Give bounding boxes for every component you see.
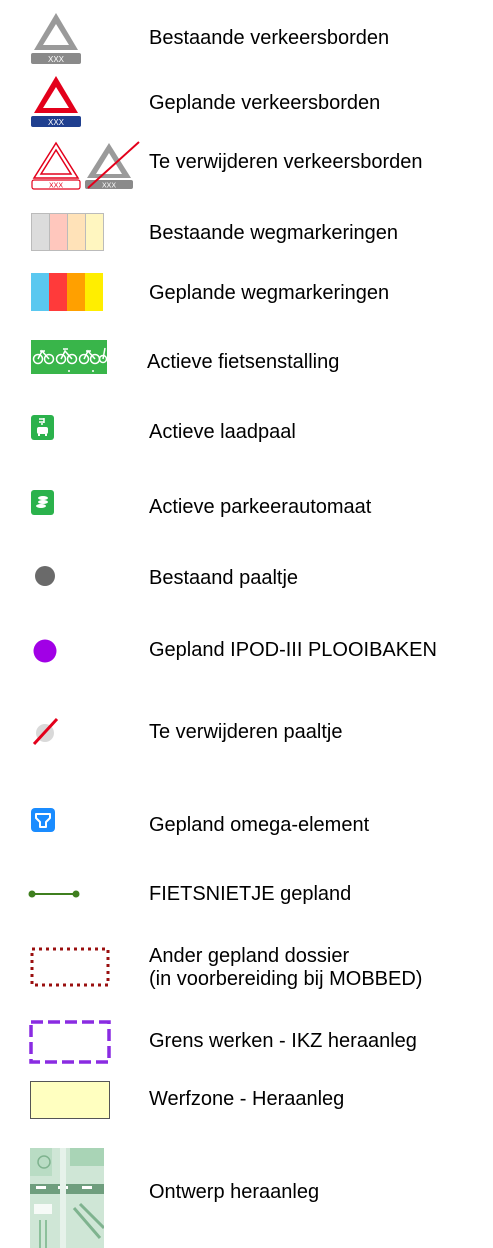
legend-row-bike-parking: Actieve fietsenstalling	[0, 330, 493, 390]
legend-label: Grens werken - IKZ heraanleg	[149, 1030, 417, 1052]
legend-label: Actieve parkeerautomaat	[149, 496, 372, 518]
legend-row-works-boundary: Grens werken - IKZ heraanleg	[0, 1010, 493, 1070]
remove-traffic-signs-icon: XXX XXX	[31, 140, 147, 190]
legend-label: FIETSNIETJE gepland	[149, 883, 352, 905]
bicycle-rack-icon	[31, 340, 107, 374]
light-yellow-rectangle-icon	[30, 1081, 110, 1119]
legend-label: Actieve laadpaal	[149, 421, 296, 443]
planned-markings-swatches-icon	[31, 273, 107, 311]
legend-label: Te verwijderen verkeersborden	[149, 151, 423, 173]
legend-label: Ontwerp heraanleg	[149, 1181, 320, 1203]
legend-label: Bestaande wegmarkeringen	[149, 222, 399, 244]
existing-markings-swatches-icon	[31, 213, 107, 251]
legend-label: Te verwijderen paaltje	[149, 721, 343, 743]
grey-dot-icon	[34, 565, 56, 587]
bike-staple-line-icon	[28, 888, 80, 900]
ev-charger-icon	[31, 415, 54, 440]
legend-row-other-dossier: Ander gepland dossier (in voorbereiding …	[0, 940, 493, 1010]
legend-row-site-zone: Werfzone - Heraanleg	[0, 1070, 493, 1130]
svg-text:XXX: XXX	[48, 55, 65, 64]
legend-row-remove-signs: XXX XXX Te verwijderen verkeersborden	[0, 130, 493, 190]
dotted-red-rectangle-icon	[30, 947, 110, 987]
legend-row-remove-post: Te verwijderen paaltje	[0, 700, 493, 760]
legend-label: Gepland omega-element	[149, 814, 370, 836]
legend-row-bike-staple: FIETSNIETJE gepland	[0, 870, 493, 930]
crossed-grey-dot-icon	[30, 716, 60, 746]
legend-label: Bestaand paaltje	[149, 567, 299, 589]
legend-label-line: (in voorbereiding bij MOBBED)	[149, 968, 423, 990]
legend-label: Geplande wegmarkeringen	[149, 282, 390, 304]
legend-row-planned-markings: Geplande wegmarkeringen	[0, 260, 493, 320]
svg-text:XXX: XXX	[48, 118, 65, 127]
legend-label-line: Ander gepland dossier	[149, 945, 350, 967]
purple-dot-icon	[33, 639, 57, 663]
omega-element-icon	[31, 808, 55, 832]
legend-row-omega-element: Gepland omega-element	[0, 790, 493, 850]
dashed-purple-rectangle-icon	[29, 1020, 111, 1064]
legend-label: Geplande verkeersborden	[149, 92, 381, 114]
legend-label: Gepland IPOD-III PLOOIBAKEN	[149, 639, 437, 661]
legend-label-multiline: Ander gepland dossier (in voorbereiding …	[149, 945, 422, 991]
parking-meter-icon	[31, 490, 54, 515]
legend-row-planned-post: Gepland IPOD-III PLOOIBAKEN	[0, 625, 493, 685]
legend-row-design: Ontwerp heraanleg	[0, 1130, 493, 1248]
legend-row-charging-station: Actieve laadpaal	[0, 400, 493, 460]
legend-label: Bestaande verkeersborden	[149, 27, 390, 49]
design-plan-thumbnail-icon	[30, 1148, 104, 1248]
legend-row-parking-meter: Actieve parkeerautomaat	[0, 475, 493, 535]
legend-label: Actieve fietsenstalling	[147, 351, 340, 373]
legend-row-existing-post: Bestaand paaltje	[0, 550, 493, 610]
svg-text:XXX: XXX	[49, 183, 63, 190]
legend-label: Werfzone - Heraanleg	[149, 1088, 345, 1110]
existing-traffic-sign-icon: XXX	[31, 10, 81, 64]
svg-text:XXX: XXX	[102, 183, 116, 190]
legend-row-existing-signs: XXX Bestaande verkeersborden	[0, 0, 493, 70]
legend-row-existing-markings: Bestaande wegmarkeringen	[0, 200, 493, 260]
legend-row-planned-signs: XXX Geplande verkeersborden	[0, 70, 493, 130]
planned-traffic-sign-icon: XXX	[31, 73, 81, 127]
